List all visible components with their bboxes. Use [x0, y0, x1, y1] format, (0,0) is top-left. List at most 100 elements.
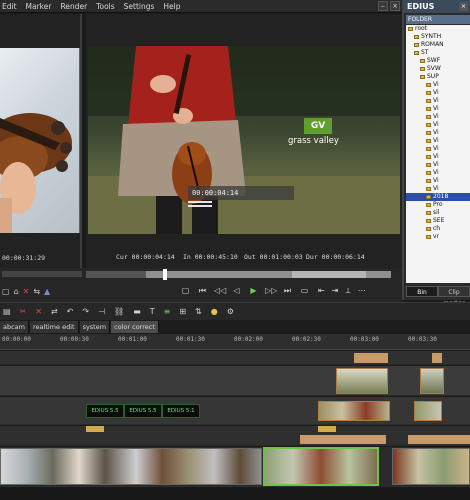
folder-item[interactable]: SUP — [406, 73, 470, 81]
insert-icon[interactable]: ▲ — [44, 287, 50, 297]
folder-label: ROMAN — [421, 41, 444, 48]
step-back-button[interactable]: ◁ — [231, 285, 242, 296]
mark-out-icon[interactable]: ⇥ — [332, 286, 339, 296]
folder-item[interactable]: SWF — [406, 57, 470, 65]
more-icon[interactable]: ⋯ — [358, 286, 366, 296]
menu-settings[interactable]: Settings — [124, 2, 155, 11]
clear-out-icon[interactable]: ⇆ — [33, 287, 40, 297]
folder-item[interactable]: Vi — [406, 97, 470, 105]
timeline-clip[interactable] — [432, 353, 442, 363]
tab-bin[interactable]: Bin — [406, 286, 438, 297]
set-in-icon[interactable]: ▢ — [2, 287, 10, 297]
play-button[interactable]: ▶ — [248, 285, 259, 296]
mode-icon[interactable]: ▬ — [133, 307, 141, 316]
text-tool-icon[interactable]: T — [150, 307, 155, 316]
menu-help[interactable]: Help — [163, 2, 180, 11]
folder-item[interactable]: vr — [406, 233, 470, 241]
close-icon[interactable]: × — [459, 2, 468, 11]
timeline-ruler[interactable]: 00:00:00 00:00:30 00:01:00 00:01:30 00:0… — [0, 334, 470, 350]
next-edit-button[interactable]: ⏭ — [282, 285, 293, 296]
timeline-clip[interactable] — [300, 435, 386, 444]
ruler-label: 00:03:30 — [408, 336, 437, 343]
title-clip[interactable]: EDIUS 5.1 — [162, 404, 200, 418]
grid-icon[interactable]: ⊞ — [179, 307, 186, 316]
video-clip[interactable] — [392, 448, 470, 485]
audio-mixer-icon[interactable]: ≡ — [164, 307, 171, 316]
folder-item[interactable]: Vi — [406, 121, 470, 129]
folder-item[interactable]: Vi — [406, 105, 470, 113]
menu-edit[interactable]: Edit — [2, 2, 17, 11]
transition-marker[interactable] — [86, 426, 104, 432]
close-icon[interactable]: × — [390, 1, 400, 11]
link-icon[interactable]: ⛓ — [114, 307, 124, 316]
tab-sequence-4[interactable]: color correct — [111, 321, 159, 333]
folder-item[interactable]: Vi — [406, 137, 470, 145]
timeline-clip[interactable] — [336, 368, 388, 394]
folder-icon — [426, 163, 431, 167]
folder-item[interactable]: Pro — [406, 201, 470, 209]
folder-item[interactable]: ROMAN — [406, 41, 470, 49]
transport-buttons: ▢ ⏮ ◁◁ ◁ ▶ ▷▷ ⏭ ▭ — [180, 285, 310, 296]
timeline-clip[interactable] — [414, 401, 442, 421]
folder-item[interactable]: 2018 — [406, 193, 470, 201]
new-sequence-icon[interactable]: ▤ — [3, 307, 11, 316]
timeline-clip[interactable] — [408, 435, 470, 444]
tab-sequence-1[interactable]: abcam — [0, 321, 29, 333]
tab-clip-marker[interactable]: Clip marker — [438, 286, 470, 307]
menu-tools[interactable]: Tools — [96, 2, 114, 11]
folder-item[interactable]: root — [406, 25, 470, 33]
stop-button[interactable]: ▢ — [180, 285, 191, 296]
settings-icon[interactable]: ⚙ — [227, 307, 234, 316]
folder-item[interactable]: Vi — [406, 161, 470, 169]
recorder-scrubber[interactable] — [86, 269, 391, 280]
snap-icon[interactable]: ⊣ — [98, 307, 105, 316]
player-scrubber[interactable] — [2, 271, 82, 277]
record-icon[interactable]: ● — [211, 307, 218, 316]
folder-label: SYNTH — [421, 33, 442, 40]
folder-item[interactable]: Vi — [406, 129, 470, 137]
folder-item[interactable]: Vi — [406, 89, 470, 97]
ripple-icon[interactable]: ⇄ — [51, 307, 58, 316]
rewind-button[interactable]: ◁◁ — [214, 285, 226, 296]
minimize-icon[interactable]: – — [378, 1, 388, 11]
video-clip-selected[interactable] — [263, 447, 379, 486]
playhead-handle[interactable] — [163, 269, 167, 280]
loop-button[interactable]: ▭ — [299, 285, 310, 296]
video-clip[interactable] — [0, 448, 262, 485]
folder-item[interactable]: Vi — [406, 81, 470, 89]
transition-marker[interactable] — [318, 426, 336, 432]
folder-item[interactable]: SEE — [406, 217, 470, 225]
folder-item[interactable]: SVW — [406, 65, 470, 73]
folder-item[interactable]: ST — [406, 49, 470, 57]
tab-sequence-3[interactable]: system — [79, 321, 111, 333]
folder-item[interactable]: Vi — [406, 169, 470, 177]
marker-icon[interactable]: ⌂ — [14, 287, 19, 297]
prev-edit-button[interactable]: ⏮ — [197, 285, 208, 296]
folder-item[interactable]: Vi — [406, 185, 470, 193]
title-clip[interactable]: EDIUS 5.5 — [124, 404, 162, 418]
menu-render[interactable]: Render — [60, 2, 87, 11]
folder-item[interactable]: sil — [406, 209, 470, 217]
tab-sequence-2[interactable]: realtime edit — [30, 321, 79, 333]
timeline-clip[interactable] — [420, 368, 444, 394]
timeline-clip[interactable] — [318, 401, 390, 421]
folder-item[interactable]: SYNTH — [406, 33, 470, 41]
clear-in-icon[interactable]: ✕ — [23, 287, 30, 297]
folder-item[interactable]: ch — [406, 225, 470, 233]
sync-icon[interactable]: ⇅ — [195, 307, 202, 316]
delete-icon[interactable]: ✕ — [35, 307, 42, 316]
menu-marker[interactable]: Marker — [26, 2, 52, 11]
folder-item[interactable]: Vi — [406, 153, 470, 161]
clear-marks-icon[interactable]: ⟂ — [345, 286, 350, 296]
redo-icon[interactable]: ↷ — [82, 307, 89, 316]
folder-item[interactable]: Vi — [406, 145, 470, 153]
mark-in-icon[interactable]: ⇤ — [318, 286, 325, 296]
timeline-clip[interactable] — [354, 353, 388, 363]
fast-forward-button[interactable]: ▷▷ — [265, 285, 277, 296]
undo-icon[interactable]: ↶ — [67, 307, 74, 316]
folder-item[interactable]: Vi — [406, 113, 470, 121]
cut-icon[interactable]: ✂ — [20, 307, 27, 316]
folder-item[interactable]: Vi — [406, 177, 470, 185]
title-clip[interactable]: EDIUS 5.5 — [86, 404, 124, 418]
folder-icon — [408, 27, 413, 31]
